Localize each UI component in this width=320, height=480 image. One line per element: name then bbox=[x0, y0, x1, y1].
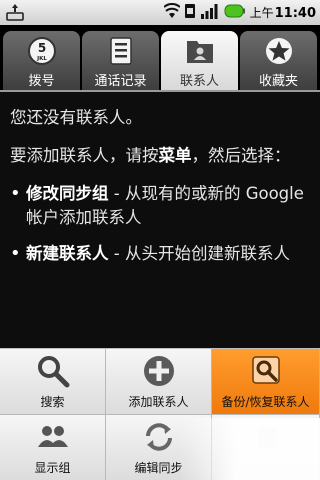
list-item-desc: - 从头开始创建新联系人 bbox=[108, 244, 290, 263]
menu-item-add-contact[interactable]: 添加联系人 bbox=[106, 349, 212, 415]
menu-item-label: 添加联系人 bbox=[128, 395, 189, 409]
clock-prefix: 上午 bbox=[249, 6, 274, 20]
empty-contacts-message: 您还没有联系人。 要添加联系人，请按菜单，然后选择： • 修改同步组 - 从现有… bbox=[0, 92, 320, 348]
instructions-prefix: 要添加联系人，请按 bbox=[10, 146, 159, 165]
watermark-fade bbox=[180, 418, 320, 480]
list-item-text: 新建联系人 - 从头开始创建新联系人 bbox=[26, 242, 290, 266]
empty-notice: 您还没有联系人。 bbox=[10, 108, 142, 127]
instructions: 要添加联系人，请按菜单，然后选择： bbox=[10, 144, 310, 168]
group-icon bbox=[33, 417, 73, 457]
star-icon bbox=[263, 35, 295, 67]
status-bar: 上午11:40 bbox=[0, 0, 320, 25]
dialpad-letters: JKL bbox=[36, 56, 47, 62]
tab-call-log[interactable]: 通话记录 bbox=[82, 31, 159, 92]
battery-icon bbox=[224, 3, 246, 22]
menu-item-label: 编辑同步 bbox=[134, 461, 183, 475]
menu-item-label: 备份/恢复联系人 bbox=[221, 395, 310, 409]
wifi-icon bbox=[162, 2, 181, 24]
menu-item-backup-restore[interactable]: 备份/恢复联系人 bbox=[212, 349, 320, 415]
list-item-title: 新建联系人 bbox=[26, 244, 109, 263]
bullet-dot: • bbox=[10, 183, 21, 204]
tab-label: 拨号 bbox=[28, 74, 55, 89]
list-item-title: 修改同步组 bbox=[26, 184, 109, 203]
tab-favorites[interactable]: 收藏夹 bbox=[240, 31, 317, 92]
add-icon bbox=[139, 351, 179, 391]
tab-bar: 5 JKL 拨号 通话记录 联系人 收藏夹 bbox=[0, 25, 320, 92]
signal-icon bbox=[200, 2, 220, 24]
menu-item-label: 显示组 bbox=[34, 461, 71, 475]
menu-item-search[interactable]: 搜索 bbox=[0, 349, 106, 415]
contacts-icon bbox=[184, 35, 216, 67]
call-log-icon bbox=[105, 35, 137, 67]
list-item: • 修改同步组 - 从现有的或新的 Google 帐户添加联系人 bbox=[10, 182, 310, 230]
dialpad-icon: 5 JKL bbox=[26, 35, 58, 67]
dialpad-digit: 5 bbox=[37, 41, 45, 55]
sim-icon bbox=[184, 2, 196, 24]
tab-contacts[interactable]: 联系人 bbox=[161, 31, 238, 92]
tab-label: 收藏夹 bbox=[258, 74, 298, 89]
sync-icon bbox=[139, 417, 179, 457]
menu-keyword: 菜单 bbox=[158, 146, 192, 165]
clock-time: 11:40 bbox=[274, 6, 316, 21]
instructions-suffix: ，然后选择： bbox=[191, 146, 291, 165]
backup-icon bbox=[246, 351, 286, 391]
tab-label: 联系人 bbox=[179, 74, 219, 89]
tab-dialer[interactable]: 5 JKL 拨号 bbox=[3, 31, 80, 92]
status-icons: 上午11:40 bbox=[162, 2, 316, 24]
list-item: • 新建联系人 - 从头开始创建新联系人 bbox=[10, 242, 310, 266]
clock: 上午11:40 bbox=[250, 4, 316, 21]
tab-label: 通话记录 bbox=[94, 74, 147, 89]
menu-item-label: 搜索 bbox=[40, 395, 65, 409]
menu-item-display-groups[interactable]: 显示组 bbox=[0, 415, 106, 480]
search-icon bbox=[33, 351, 73, 391]
list-item-text: 修改同步组 - 从现有的或新的 Google 帐户添加联系人 bbox=[26, 182, 310, 230]
notification-icon bbox=[4, 3, 26, 21]
bullet-dot: • bbox=[10, 243, 21, 264]
